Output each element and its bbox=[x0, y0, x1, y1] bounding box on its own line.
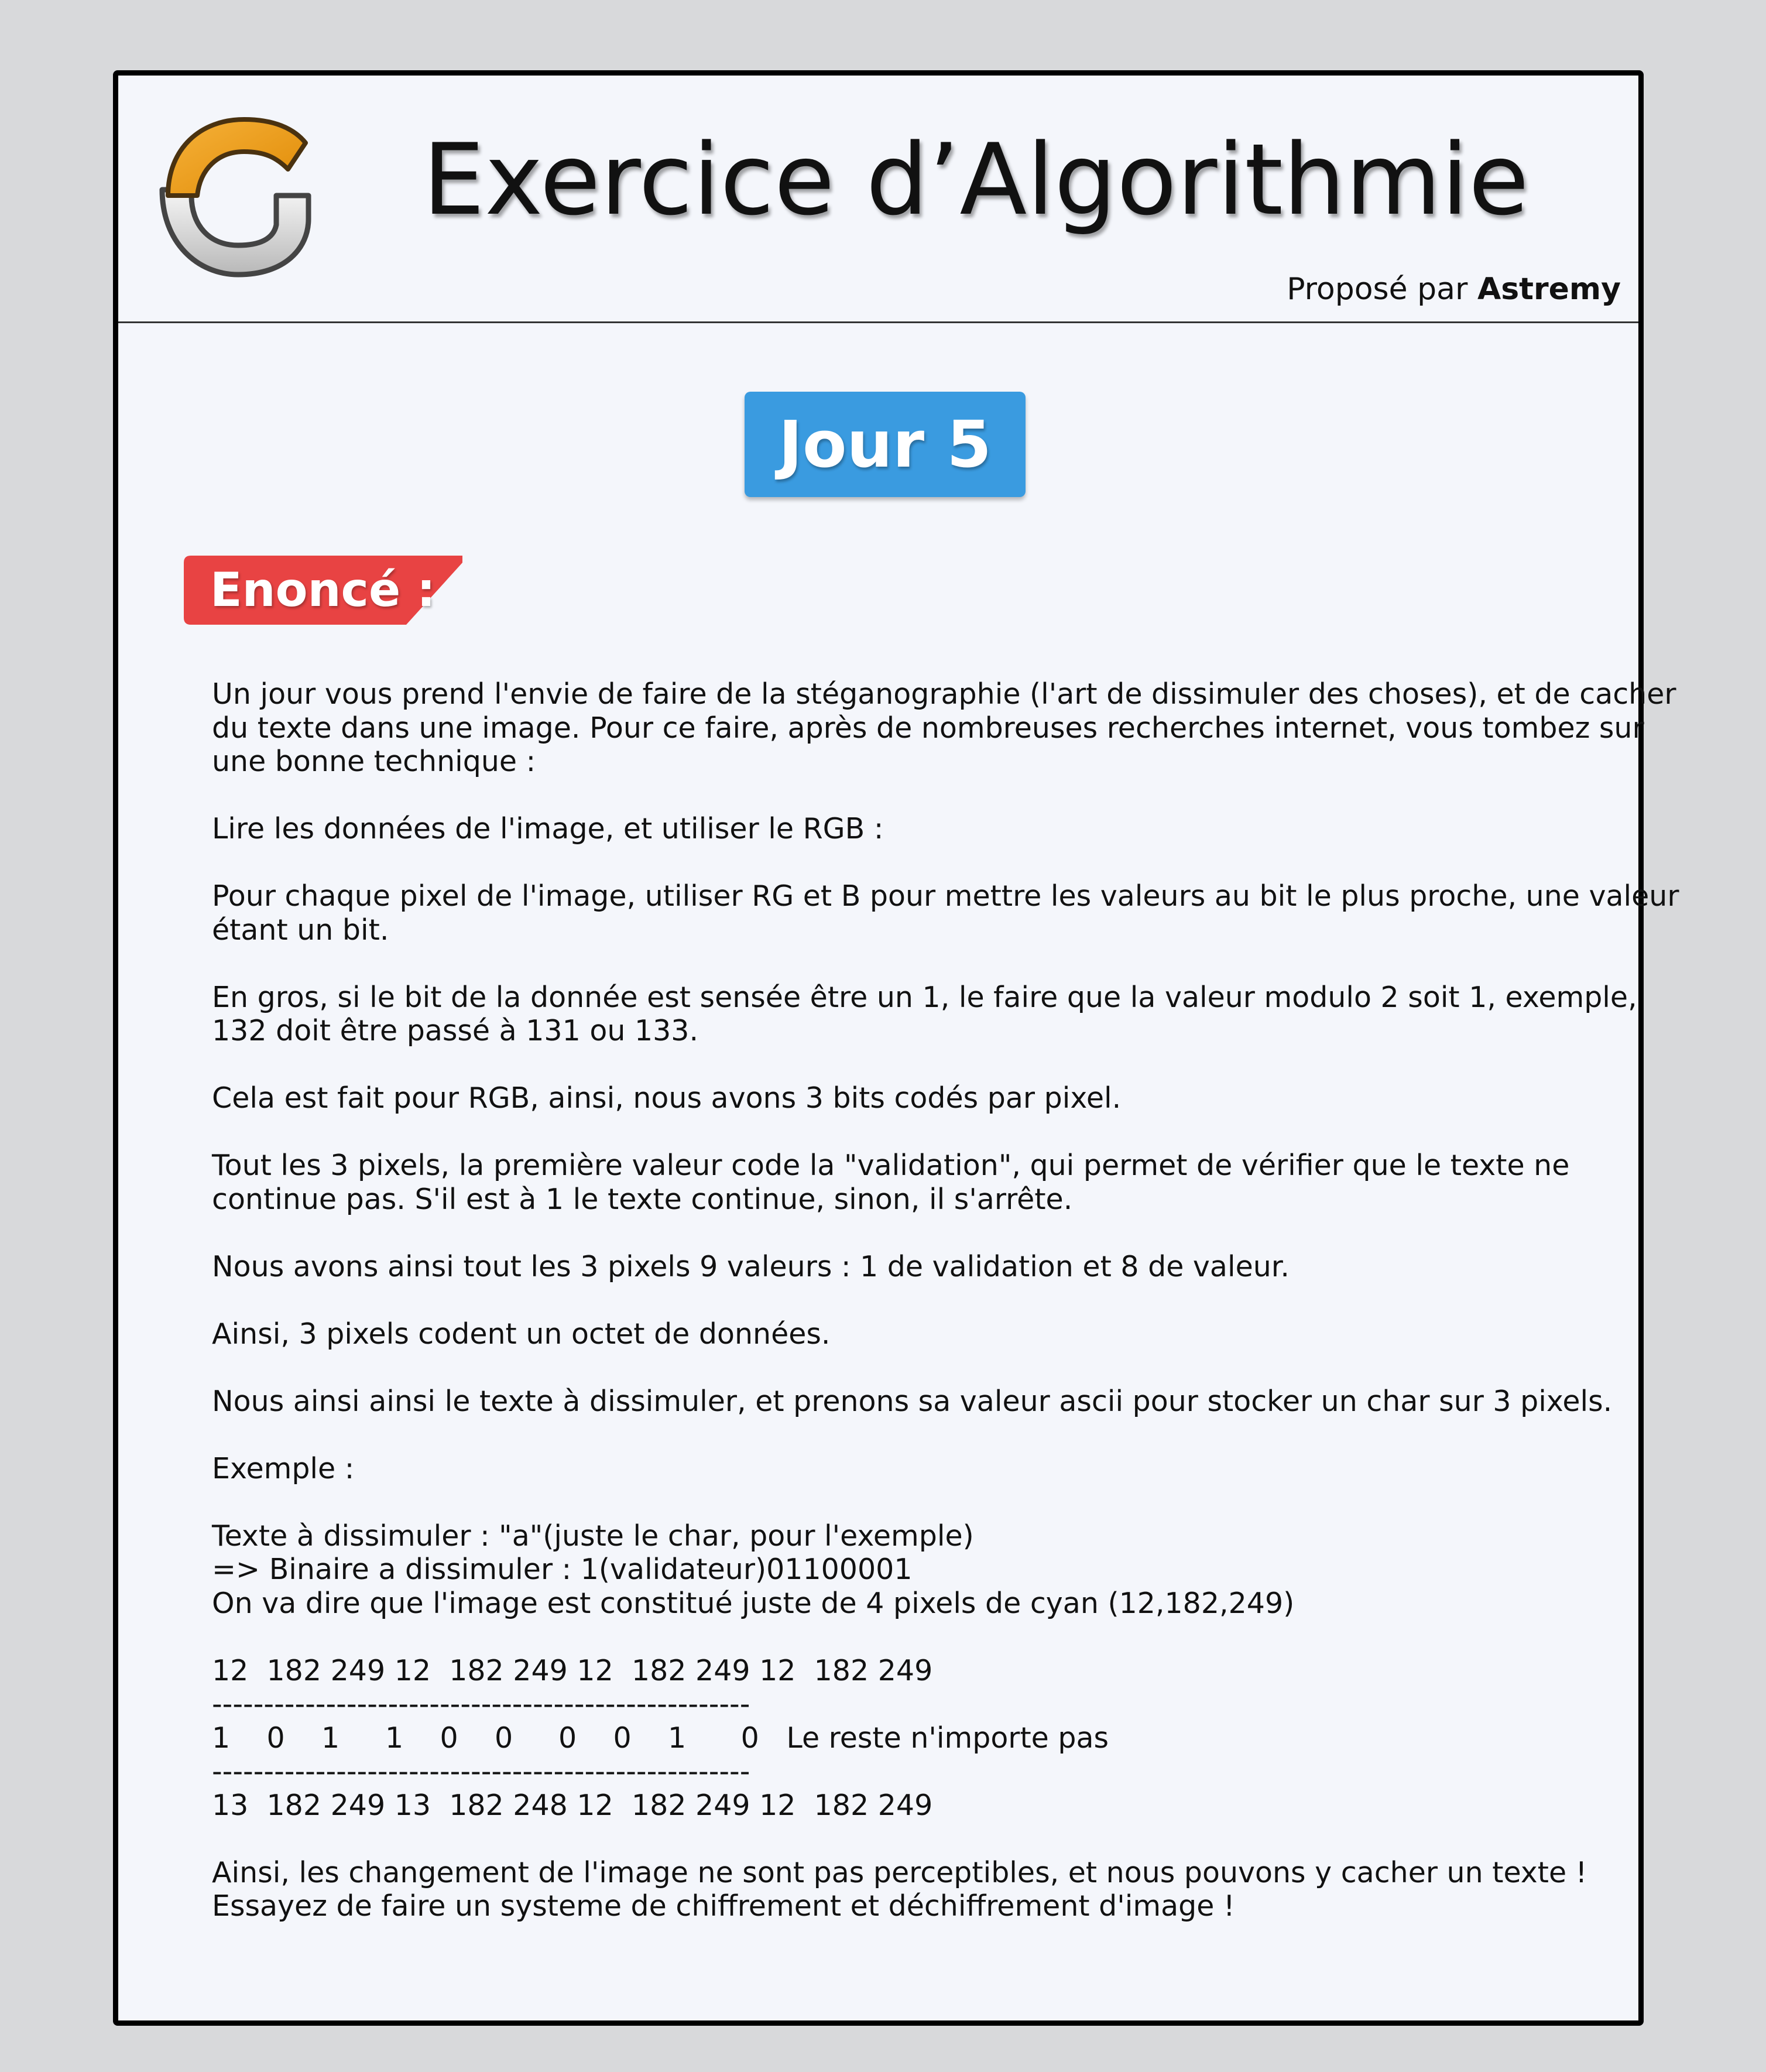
day-badge: Jour 5 bbox=[745, 392, 1026, 497]
statement-line: Ainsi, les changement de l'image ne sont… bbox=[212, 1855, 1587, 1889]
statement-line: ----------------------------------------… bbox=[212, 1687, 750, 1721]
statement-line: Nous avons ainsi tout les 3 pixels 9 val… bbox=[212, 1249, 1290, 1283]
statement-line: On va dire que l'image est constitué jus… bbox=[212, 1586, 1295, 1620]
statement-line bbox=[212, 947, 1576, 981]
statement-line: étant un bit. bbox=[212, 913, 389, 947]
header: Exercice d’Algorithmie Proposé par Astre… bbox=[118, 76, 1638, 323]
statement-line: En gros, si le bit de la donnée est sens… bbox=[212, 980, 1637, 1014]
g-logo-icon bbox=[150, 108, 320, 283]
statement-line: Texte à dissimuler : "a"(juste le char, … bbox=[212, 1519, 974, 1553]
statement-line: Ainsi, 3 pixels codent un octet de donné… bbox=[212, 1317, 831, 1351]
byline-prefix: Proposé par bbox=[1287, 272, 1468, 307]
statement-line: Exemple : bbox=[212, 1451, 355, 1485]
statement-line: Pour chaque pixel de l'image, utiliser R… bbox=[212, 879, 1679, 913]
statement-line bbox=[212, 1822, 1576, 1856]
statement-line: 132 doit être passé à 131 ou 133. bbox=[212, 1014, 699, 1047]
statement-line bbox=[212, 1048, 1576, 1082]
statement-line: ----------------------------------------… bbox=[212, 1755, 750, 1788]
statement-line: Tout les 3 pixels, la première valeur co… bbox=[212, 1149, 1570, 1182]
statement-line bbox=[212, 1485, 1576, 1519]
statement-line bbox=[212, 1418, 1576, 1452]
statement-line bbox=[212, 846, 1576, 880]
statement-line: Cela est fait pour RGB, ainsi, nous avon… bbox=[212, 1081, 1122, 1115]
statement-line: Nous ainsi ainsi le texte à dissimuler, … bbox=[212, 1384, 1613, 1418]
byline: Proposé par Astremy bbox=[1287, 272, 1621, 307]
statement-line bbox=[212, 1115, 1576, 1149]
statement-tag-label: Enoncé : bbox=[210, 563, 436, 617]
author-name: Astremy bbox=[1477, 272, 1621, 307]
statement-line bbox=[212, 1351, 1576, 1385]
statement-line: => Binaire a dissimuler : 1(validateur)0… bbox=[212, 1553, 913, 1586]
statement-line: une bonne technique : bbox=[212, 745, 536, 778]
statement-line bbox=[212, 1216, 1576, 1250]
statement-line: du texte dans une image. Pour ce faire, … bbox=[212, 711, 1644, 745]
statement-line: Lire les données de l'image, et utiliser… bbox=[212, 812, 884, 845]
statement-line: Un jour vous prend l'envie de faire de l… bbox=[212, 677, 1676, 711]
statement-line: 13 182 249 13 182 248 12 182 249 12 182 … bbox=[212, 1788, 933, 1822]
statement-tag: Enoncé : bbox=[184, 556, 462, 625]
statement-line: continue pas. S'il est à 1 le texte cont… bbox=[212, 1182, 1073, 1216]
statement-line bbox=[212, 1620, 1576, 1654]
statement-line bbox=[212, 779, 1576, 813]
page-title: Exercice d’Algorithmie bbox=[423, 122, 1530, 237]
statement-line bbox=[212, 1283, 1576, 1317]
exercise-sheet: Exercice d’Algorithmie Proposé par Astre… bbox=[113, 70, 1679, 2026]
statement-body: Un jour vous prend l'envie de faire de l… bbox=[212, 677, 1679, 1923]
statement-line: 12 182 249 12 182 249 12 182 249 12 182 … bbox=[212, 1653, 933, 1687]
statement-line: Essayez de faire un systeme de chiffreme… bbox=[212, 1889, 1235, 1923]
statement-line: 1 0 1 1 0 0 0 0 1 0 Le reste n'importe p… bbox=[212, 1721, 1109, 1755]
